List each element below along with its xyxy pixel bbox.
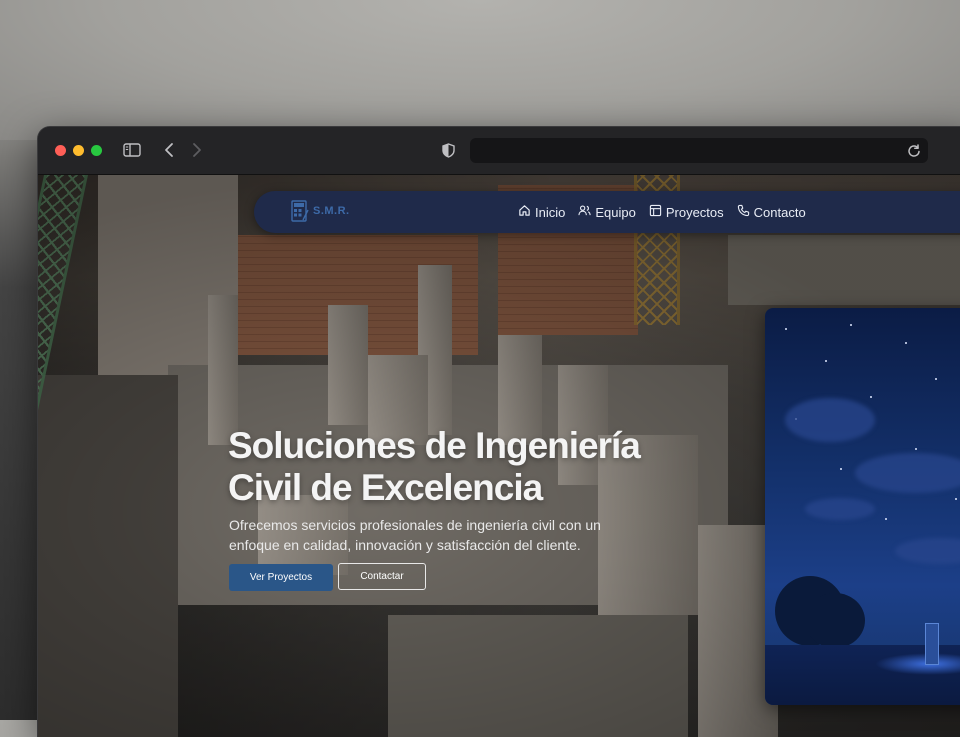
contact-button[interactable]: Contactar bbox=[338, 563, 426, 590]
hero-title-line-2: Civil de Excelencia bbox=[228, 467, 543, 508]
night-scene-image-card bbox=[765, 308, 960, 705]
close-window-button[interactable] bbox=[55, 145, 66, 156]
reload-icon[interactable] bbox=[906, 141, 922, 159]
users-icon bbox=[578, 204, 591, 220]
hero-subtitle-line-1: Ofrecemos servicios profesionales de ing… bbox=[229, 517, 601, 533]
phone-icon bbox=[737, 204, 750, 220]
browser-window: S.M.R. Inicio Equipo Proyectos Contacto … bbox=[38, 127, 960, 737]
sidebar-toggle-icon[interactable] bbox=[122, 139, 142, 161]
home-icon bbox=[518, 204, 531, 220]
address-bar[interactable] bbox=[470, 138, 928, 163]
layout-icon bbox=[649, 204, 662, 220]
desktop-background bbox=[0, 0, 960, 140]
browser-toolbar bbox=[38, 127, 960, 175]
calculator-building-icon bbox=[291, 200, 309, 222]
nav-item-label: Inicio bbox=[535, 204, 566, 220]
maximize-window-button[interactable] bbox=[91, 145, 102, 156]
nav-item-proyectos[interactable]: Proyectos bbox=[649, 204, 724, 220]
nav-item-label: Contacto bbox=[753, 204, 806, 220]
logo-text: S.M.R. bbox=[313, 205, 350, 217]
forward-arrow-icon[interactable] bbox=[190, 139, 204, 161]
hero-title: Soluciones de Ingeniería Civil de Excele… bbox=[228, 425, 698, 509]
hero-subtitle: Ofrecemos servicios profesionales de ing… bbox=[229, 515, 609, 555]
nav-item-contacto[interactable]: Contacto bbox=[737, 204, 806, 220]
page-viewport: S.M.R. Inicio Equipo Proyectos Contacto … bbox=[38, 175, 960, 737]
site-logo[interactable]: S.M.R. bbox=[291, 200, 350, 222]
site-navbar: S.M.R. Inicio Equipo Proyectos Contacto bbox=[254, 191, 960, 233]
nav-item-equipo[interactable]: Equipo bbox=[578, 204, 636, 220]
nav-item-label: Equipo bbox=[595, 204, 636, 220]
privacy-shield-icon[interactable] bbox=[440, 139, 456, 161]
nav-menu: Inicio Equipo Proyectos Contacto bbox=[518, 191, 806, 233]
nav-item-inicio[interactable]: Inicio bbox=[518, 204, 565, 220]
hero-title-line-1: Soluciones de Ingeniería bbox=[228, 425, 641, 466]
hero-subtitle-line-2: enfoque en calidad, innovación y satisfa… bbox=[229, 537, 581, 553]
minimize-window-button[interactable] bbox=[73, 145, 84, 156]
view-projects-button[interactable]: Ver Proyectos bbox=[229, 564, 333, 591]
nav-item-label: Proyectos bbox=[665, 204, 724, 220]
back-arrow-icon[interactable] bbox=[162, 139, 176, 161]
